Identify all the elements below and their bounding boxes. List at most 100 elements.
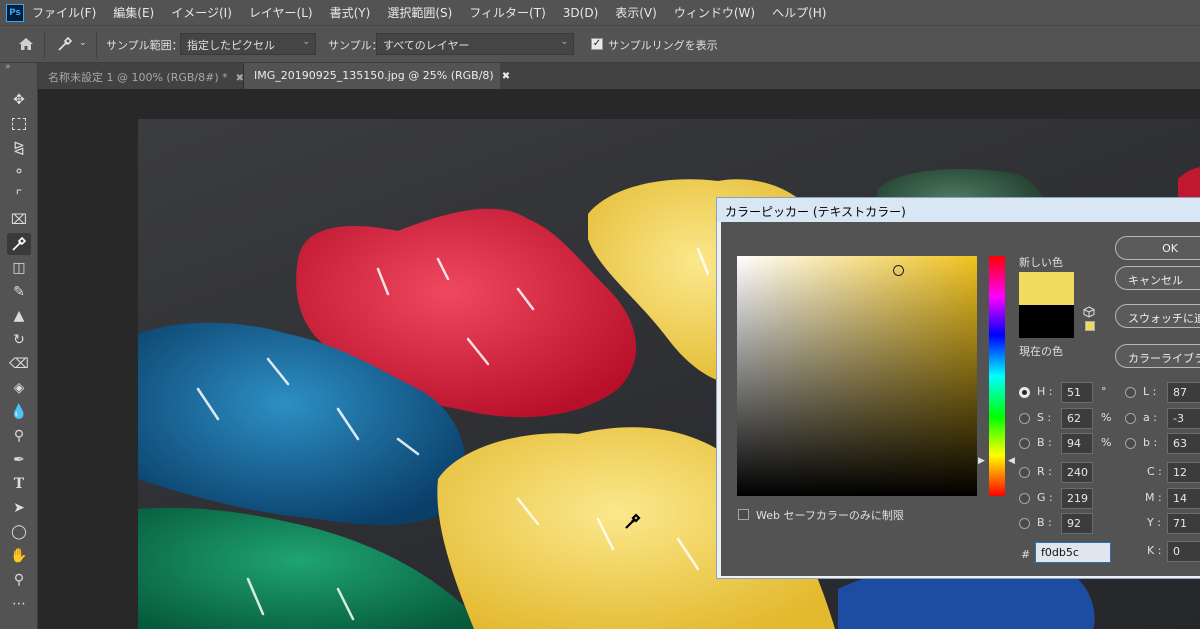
web-safe-checkbox[interactable] xyxy=(738,509,749,520)
current-color-swatch[interactable] xyxy=(1019,305,1074,338)
menu-type[interactable]: 書式(Y) xyxy=(330,4,371,21)
show-ring-checkbox[interactable]: ✓ xyxy=(591,38,603,50)
s-field[interactable]: 62 xyxy=(1061,408,1093,429)
show-ring-label: サンプルリングを表示 xyxy=(608,39,718,52)
zoom-icon[interactable]: ⚲ xyxy=(7,569,31,591)
close-icon[interactable]: ✖ xyxy=(502,71,510,82)
brush-icon[interactable]: ✎ xyxy=(7,281,31,303)
out-of-gamut-cube-icon[interactable] xyxy=(1083,306,1095,318)
menu-window[interactable]: ウィンドウ(W) xyxy=(674,4,755,21)
r-label: R : xyxy=(1037,465,1052,478)
sample-dropdown[interactable]: すべてのレイヤー ⌄ xyxy=(376,33,574,55)
radio-g[interactable] xyxy=(1019,493,1030,504)
chevron-down-icon: ⌄ xyxy=(560,37,568,47)
b-rgb-field[interactable]: 92 xyxy=(1061,513,1093,534)
radio-a[interactable] xyxy=(1125,413,1136,424)
lasso-icon[interactable]: ⧎ xyxy=(7,137,31,159)
preset-chevron-icon[interactable]: ⌄ xyxy=(79,38,87,48)
hue-slider-left-arrow-icon[interactable]: ▶ xyxy=(978,456,985,466)
ok-button[interactable]: OK xyxy=(1115,236,1200,260)
healing-icon[interactable]: ◫ xyxy=(7,257,31,279)
menu-file[interactable]: ファイル(F) xyxy=(32,4,96,21)
new-color-label: 新しい色 xyxy=(1019,256,1063,269)
sample-size-dropdown[interactable]: 指定したピクセル ⌄ xyxy=(180,33,316,55)
new-color-swatch[interactable] xyxy=(1019,272,1074,305)
menu-bar: Ps ファイル(F) 編集(E) イメージ(I) レイヤー(L) 書式(Y) 選… xyxy=(0,0,1200,25)
blur-icon[interactable]: 💧 xyxy=(7,401,31,423)
hex-label: # xyxy=(1021,548,1031,561)
crop-icon[interactable]: ⌜ xyxy=(7,185,31,207)
options-bar: ⌄ サンプル範囲： 指定したピクセル ⌄ サンプル： すべてのレイヤー ⌄ ✓ … xyxy=(0,25,1200,63)
b-rgb-label: B : xyxy=(1037,516,1052,529)
add-to-swatches-button[interactable]: スウォッチに追加 xyxy=(1115,304,1200,328)
current-color-label: 現在の色 xyxy=(1019,345,1063,358)
photoshop-logo-icon: Ps xyxy=(6,3,24,22)
cancel-button[interactable]: キャンセル xyxy=(1115,266,1200,290)
b-label: B : xyxy=(1037,436,1052,449)
h-field[interactable]: 51 xyxy=(1061,382,1093,403)
dialog-body: ▶ ◀ 新しい色 現在の色 OK キャンセル スウォッチに追加 カラーライブラリ… xyxy=(721,222,1200,576)
eyedropper-icon[interactable] xyxy=(7,233,31,255)
m-field[interactable]: 14 xyxy=(1167,488,1200,509)
quick-select-icon[interactable]: ⚬ xyxy=(7,161,31,183)
more-icon[interactable]: ⋯ xyxy=(7,593,31,615)
chevron-down-icon: ⌄ xyxy=(302,37,310,47)
stamp-icon[interactable]: ▲ xyxy=(7,305,31,327)
menu-filter[interactable]: フィルター(T) xyxy=(469,4,545,21)
ellipse-icon[interactable]: ◯ xyxy=(7,521,31,543)
l-label: L : xyxy=(1143,385,1157,398)
eraser-icon[interactable]: ⌫ xyxy=(7,353,31,375)
close-icon[interactable]: ✖ xyxy=(236,73,244,84)
radio-b[interactable] xyxy=(1019,438,1030,449)
radio-l[interactable] xyxy=(1125,387,1136,398)
hue-slider[interactable] xyxy=(989,256,1005,496)
menu-3d[interactable]: 3D(D) xyxy=(563,6,598,20)
color-libraries-button[interactable]: カラーライブラリ xyxy=(1115,344,1200,368)
k-field[interactable]: 0 xyxy=(1167,541,1200,562)
sample-label: サンプル： xyxy=(328,39,383,52)
marquee-icon[interactable] xyxy=(7,113,31,135)
move-icon[interactable]: ✥ xyxy=(7,89,31,111)
menu-select[interactable]: 選択範囲(S) xyxy=(387,4,452,21)
web-safe-label: Web セーフカラーのみに制限 xyxy=(756,509,904,522)
document-tabs: 名称未設定 1 @ 100% (RGB/8#) * ✖ IMG_20190925_… xyxy=(38,63,1200,89)
menu-help[interactable]: ヘルプ(H) xyxy=(772,4,826,21)
pen-icon[interactable]: ✒ xyxy=(7,449,31,471)
hue-slider-right-arrow-icon[interactable]: ◀ xyxy=(1008,456,1015,466)
dodge-icon[interactable]: ⚲ xyxy=(7,425,31,447)
lab-b-field[interactable]: 63 xyxy=(1167,433,1200,454)
l-field[interactable]: 87 xyxy=(1167,382,1200,403)
a-field[interactable]: -3 xyxy=(1167,408,1200,429)
sample-size-value: 指定したピクセル xyxy=(187,39,275,52)
menu-edit[interactable]: 編集(E) xyxy=(113,4,154,21)
menu-view[interactable]: 表示(V) xyxy=(615,4,657,21)
radio-lab-b[interactable] xyxy=(1125,438,1136,449)
hex-field[interactable]: f0db5c xyxy=(1035,542,1111,563)
type-icon[interactable]: T xyxy=(7,473,31,495)
hand-icon[interactable]: ✋ xyxy=(7,545,31,567)
color-field-cursor[interactable] xyxy=(893,265,904,276)
home-icon[interactable] xyxy=(18,37,34,51)
a-label: a : xyxy=(1143,411,1157,424)
b-field[interactable]: 94 xyxy=(1061,433,1093,454)
paint-bucket-icon[interactable]: ◈ xyxy=(7,377,31,399)
path-select-icon[interactable]: ➤ xyxy=(7,497,31,519)
frame-icon[interactable]: ⌧ xyxy=(7,209,31,231)
r-field[interactable]: 240 xyxy=(1061,462,1093,483)
menu-layer[interactable]: レイヤー(L) xyxy=(249,4,313,21)
doc-tab-image[interactable]: IMG_20190925_135150.jpg @ 25% (RGB/8) ✖ xyxy=(244,63,510,89)
collapse-panel-icon[interactable]: » xyxy=(5,62,11,72)
saturation-brightness-field[interactable] xyxy=(737,256,977,496)
doc-tab-untitled[interactable]: 名称未設定 1 @ 100% (RGB/8#) * ✖ xyxy=(38,63,244,89)
radio-b-rgb[interactable] xyxy=(1019,518,1030,529)
history-brush-icon[interactable]: ↻ xyxy=(7,329,31,351)
radio-h[interactable] xyxy=(1019,387,1030,398)
menu-image[interactable]: イメージ(I) xyxy=(171,4,232,21)
radio-r[interactable] xyxy=(1019,467,1030,478)
web-safe-swatch[interactable] xyxy=(1085,321,1095,331)
y-field[interactable]: 71 xyxy=(1167,513,1200,534)
eyedropper-preset-icon[interactable] xyxy=(57,36,73,52)
radio-s[interactable] xyxy=(1019,413,1030,424)
c-field[interactable]: 12 xyxy=(1167,462,1200,483)
g-field[interactable]: 219 xyxy=(1061,488,1093,509)
